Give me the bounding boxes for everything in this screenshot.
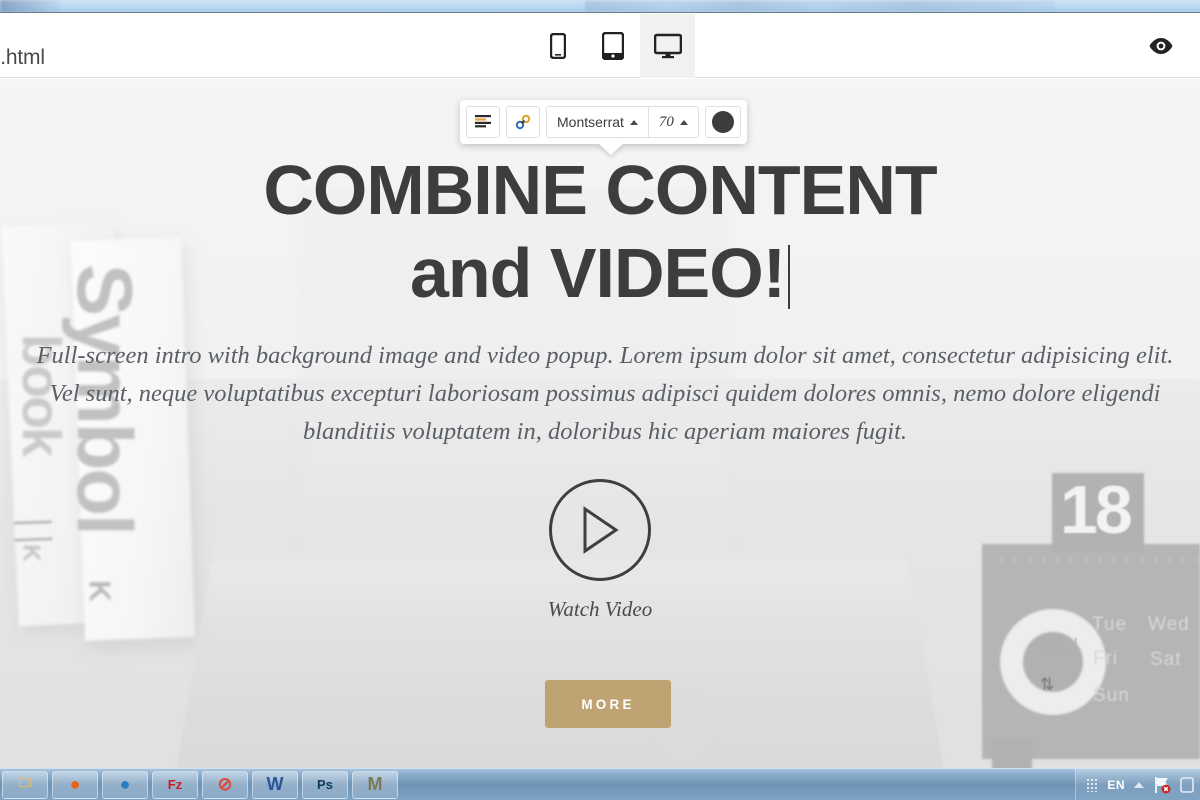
eye-icon (1148, 37, 1174, 55)
text-cursor (788, 245, 790, 309)
chevron-up-icon-size (680, 120, 688, 125)
device-button-mobile[interactable] (530, 14, 585, 78)
preview-button[interactable] (1140, 14, 1182, 78)
text-format-toolbar: Montserrat 70 (460, 100, 747, 144)
hero-content: COMBINE CONTENT and VIDEO! Full-screen i… (0, 79, 1200, 768)
font-size-value: 70 (659, 114, 674, 131)
more-button[interactable]: MORE (545, 680, 671, 728)
system-tray: EN (1075, 769, 1200, 800)
font-size-select[interactable]: 70 (648, 107, 698, 137)
taskbar-item-firefox[interactable]: ● (52, 771, 98, 799)
taskbar-item-snagit[interactable]: ⊘ (202, 771, 248, 799)
hero-title-line-2: and VIDEO! (410, 234, 785, 312)
hero-title-line-1: COMBINE CONTENT (0, 149, 1200, 232)
device-switcher (530, 14, 695, 78)
photoshop-icon: Ps (317, 777, 333, 792)
hero-paragraph[interactable]: Full-screen intro with background image … (30, 337, 1180, 451)
flag-alert-icon[interactable] (1153, 776, 1171, 794)
color-swatch-icon (712, 111, 734, 133)
keyboard-grid-icon[interactable] (1086, 778, 1098, 792)
device-button-tablet[interactable] (585, 14, 640, 78)
explorer-icon: 🗀 (18, 774, 31, 796)
page-canvas: Symbol book K K 18 ⇅ Thu Tue Wed Fri Sat… (0, 79, 1200, 768)
text-color-button[interactable] (705, 106, 741, 138)
mobile-app-icon: M (368, 774, 383, 795)
taskbar-item-mobile-app[interactable]: M (352, 771, 398, 799)
align-button[interactable] (466, 106, 500, 138)
play-button[interactable] (549, 479, 651, 581)
tablet-icon (602, 32, 624, 60)
link-button[interactable] (506, 106, 540, 138)
filezilla-icon: Fz (168, 777, 182, 792)
align-left-icon (475, 115, 491, 129)
taskbar-item-thunderbird[interactable]: ● (102, 771, 148, 799)
device-button-desktop[interactable] (640, 14, 695, 78)
screen: x.html (0, 0, 1200, 800)
mobile-icon (550, 33, 566, 59)
toolbar-pointer-arrow (598, 143, 624, 155)
watch-video-label[interactable]: Watch Video (548, 597, 652, 622)
titlebar-left-blur (0, 0, 60, 12)
hero-title-line-2-wrap: and VIDEO! (0, 232, 1200, 315)
taskbar-item-photoshop[interactable]: Ps (302, 771, 348, 799)
link-icon (515, 114, 531, 130)
watch-video-block: Watch Video (0, 479, 1200, 622)
firefox-icon: ● (70, 774, 81, 795)
taskbar-item-word[interactable]: W (252, 771, 298, 799)
hero-title[interactable]: COMBINE CONTENT and VIDEO! (0, 149, 1200, 314)
editor-toolbar: x.html (0, 14, 1200, 78)
tray-extra-icon[interactable] (1180, 777, 1194, 793)
word-icon: W (267, 774, 284, 795)
taskbar-items: 🗀 ● ● Fz ⊘ W Ps M (0, 770, 400, 800)
taskbar-item-filezilla[interactable]: Fz (152, 771, 198, 799)
filename-label: x.html (0, 46, 45, 70)
font-controls-group: Montserrat 70 (546, 106, 699, 138)
window-titlebar (0, 0, 1200, 13)
font-family-select[interactable]: Montserrat (547, 107, 648, 137)
play-icon (578, 506, 622, 554)
language-indicator[interactable]: EN (1107, 778, 1125, 792)
font-family-value: Montserrat (557, 114, 624, 130)
taskbar: 🗀 ● ● Fz ⊘ W Ps M EN (0, 768, 1200, 800)
chevron-up-icon-font (630, 120, 638, 125)
snagit-icon: ⊘ (217, 774, 232, 795)
thunderbird-icon: ● (120, 774, 131, 795)
taskbar-item-explorer[interactable]: 🗀 (2, 771, 48, 799)
chevron-up-icon-tray[interactable] (1134, 782, 1144, 788)
titlebar-text-blur (585, 1, 1055, 11)
desktop-icon (654, 33, 682, 59)
